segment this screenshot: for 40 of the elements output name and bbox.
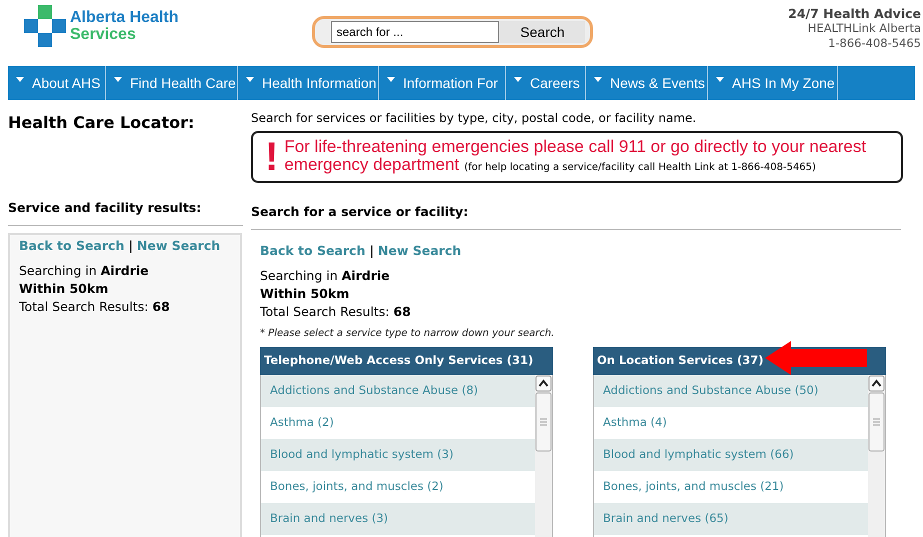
search-field[interactable]: search for ... — [331, 21, 500, 43]
service-type-item[interactable]: Addictions and Substance Abuse (8) — [261, 374, 535, 407]
search-heading: Search for a service or facility: — [251, 204, 468, 219]
service-type-item[interactable]: Addictions and Substance Abuse (50) — [594, 374, 868, 407]
nav-menu-item[interactable]: News & Events — [586, 66, 708, 100]
back-to-search-link[interactable]: Back to Search — [19, 237, 124, 256]
nav-menu-item[interactable]: Health Information — [238, 66, 379, 100]
intro-text: Search for services or facilities by type, city, postal code, or facility name. — [251, 110, 698, 127]
page-title: Health Care Locator: — [8, 112, 196, 134]
results-heading: Service and facility results: — [8, 200, 202, 215]
emergency-message: For life-threatening emergencies please call 911 or go directly to your nearest emergency department (for help locating a service/facility call Health Link at 1-866-408-5465) — [284, 138, 868, 176]
logo-name: Alberta Health — [70, 9, 178, 26]
search-button[interactable]: Search — [499, 21, 586, 43]
service-type-item[interactable]: Blood and lymphatic system (66) — [594, 438, 868, 471]
search-summary-line: Searching in Airdrie — [260, 266, 391, 285]
new-search-link[interactable]: New Search — [378, 242, 462, 261]
new-search-link[interactable]: New Search — [136, 237, 220, 256]
nav-menu-item[interactable]: Information For — [379, 66, 506, 100]
service-type-item[interactable]: Brain and nerves (65) — [594, 502, 868, 535]
back-to-search-link[interactable]: Back to Search — [260, 242, 366, 261]
health-advice-line: HEALTHLink Alberta — [808, 21, 921, 36]
service-type-item[interactable]: Blood and lymphatic system (3) — [261, 438, 535, 471]
hint-text: * Please select a service type to narrow down your search. — [260, 326, 556, 341]
search-summary-line: Within 50km — [19, 280, 110, 298]
health-advice-phone: 1-866-408-5465 — [828, 36, 921, 51]
nav-menu-item[interactable]: Find Health Care — [106, 66, 238, 100]
nav-menu-item[interactable]: About AHS — [8, 66, 106, 100]
link-separator: | — [369, 242, 374, 260]
list-header: Telephone/Web Access Only Services (31) — [260, 346, 553, 375]
exclamation-mark: ! — [265, 137, 278, 177]
search-summary-line: Total Search Results: 68 — [19, 298, 171, 316]
search-summary-line: Within 50km — [260, 284, 350, 303]
logo-name: Services — [70, 26, 137, 43]
health-advice-title: 24/7 Health Advice — [788, 6, 921, 21]
service-type-item[interactable]: Brain and nerves (3) — [261, 502, 535, 535]
search-summary-line: Searching in Airdrie — [19, 262, 150, 280]
search-summary-line: Total Search Results: 68 — [260, 302, 412, 321]
nav-menu-item[interactable]: AHS In My Zone — [708, 66, 838, 100]
nav-menu-item[interactable]: Careers — [506, 66, 586, 100]
link-separator: | — [128, 237, 133, 255]
